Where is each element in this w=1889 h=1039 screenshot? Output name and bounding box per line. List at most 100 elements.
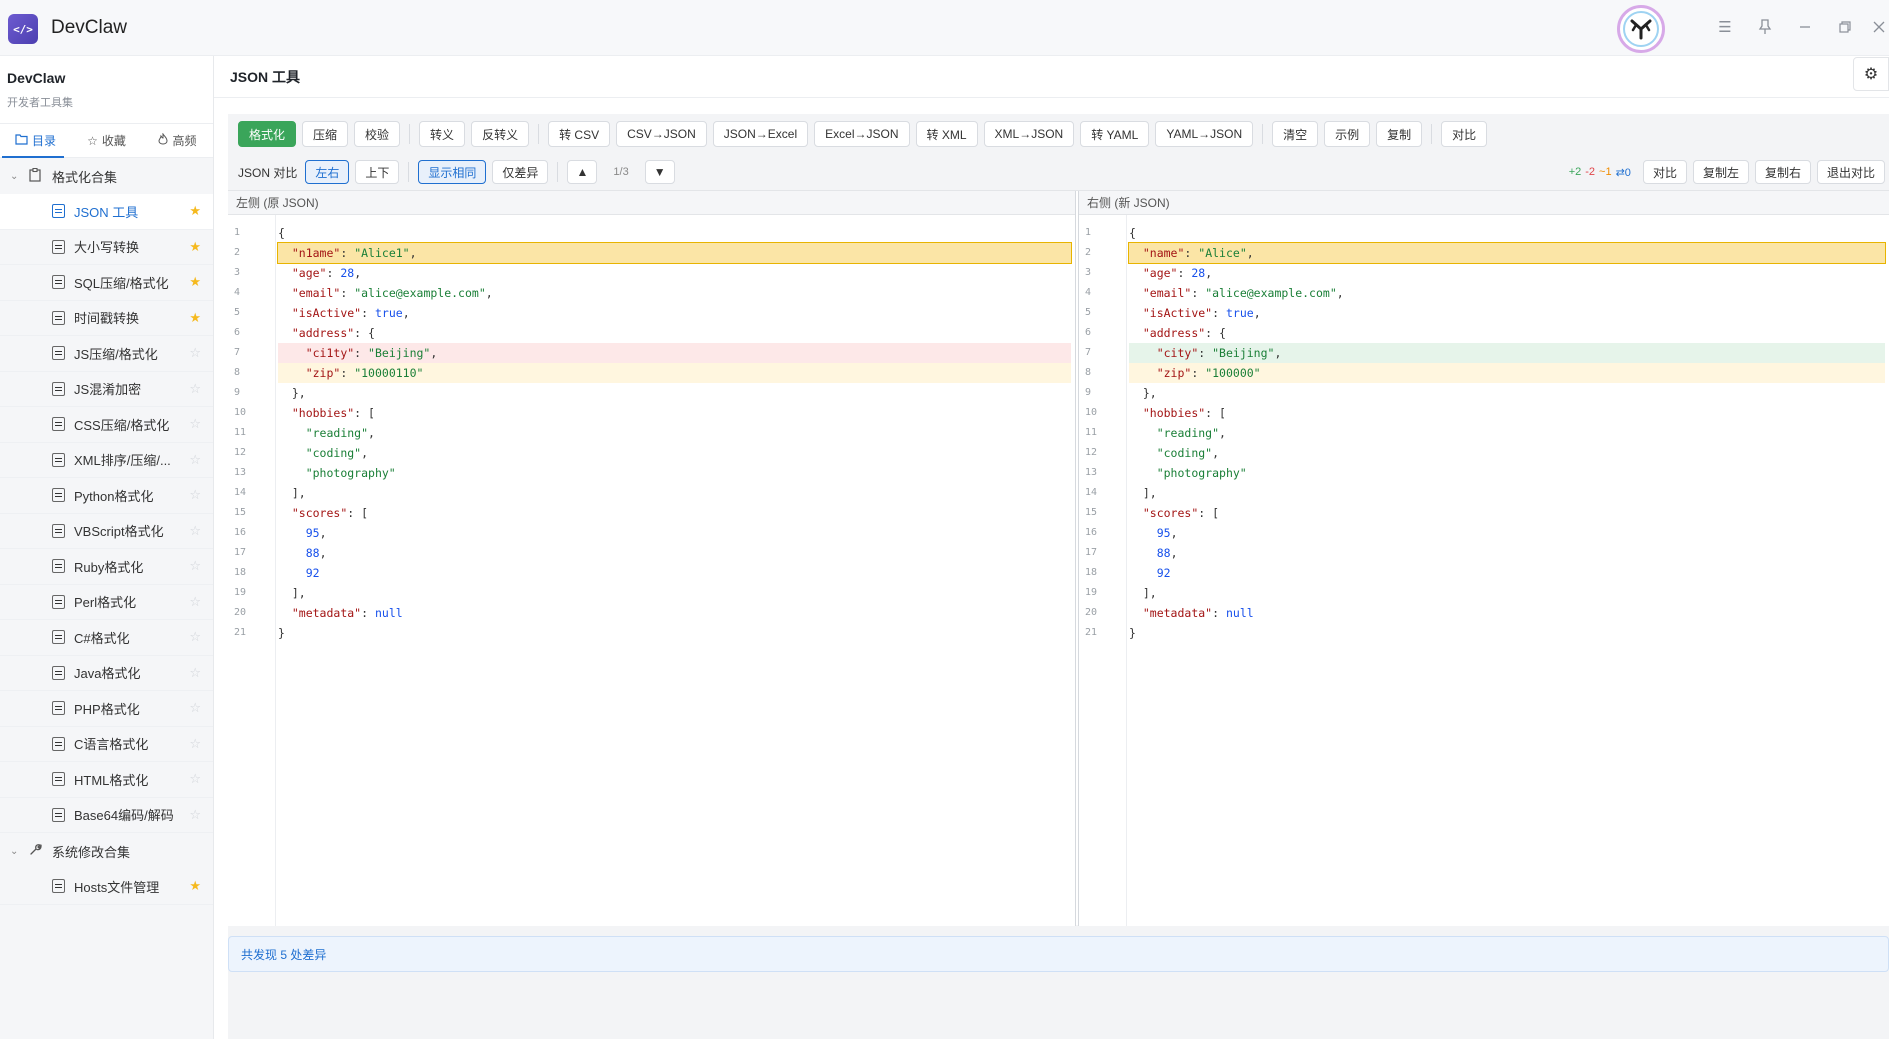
toolbar-button[interactable]: 转 XML [915, 121, 978, 147]
favorite-star-icon[interactable]: ☆ [189, 807, 201, 823]
layout-left-right-button[interactable]: 左右 [305, 160, 350, 184]
favorite-star-icon[interactable]: ☆ [189, 736, 201, 752]
only-diff-button[interactable]: 仅差异 [492, 160, 549, 184]
right-code-editor[interactable]: 1{2 "name": "Alice", 3 "age": 28, 4 "email… [1085, 223, 1886, 663]
left-pane-header: 左侧 (原 JSON) [228, 191, 1075, 215]
prev-diff-button[interactable]: ▲ [567, 160, 598, 184]
sidebar-item[interactable]: HTML格式化 ☆ [0, 762, 213, 798]
favorite-star-icon[interactable]: ☆ [189, 771, 201, 787]
sidebar-item[interactable]: JS压缩/格式化 ☆ [0, 336, 213, 372]
tab-catalog[interactable]: 目录 [0, 124, 71, 157]
sidebar-item[interactable]: SQL压缩/格式化 ★ [0, 265, 213, 301]
toolbar-button[interactable]: 复制 [1376, 121, 1423, 147]
page-header: JSON 工具 [214, 56, 1889, 98]
tab-frequent[interactable]: 高频 [142, 124, 213, 157]
favorite-star-icon[interactable]: ☆ [189, 665, 201, 681]
toolbar-button[interactable]: JSON→Excel [712, 121, 809, 147]
favorite-star-icon[interactable]: ☆ [189, 629, 201, 645]
toolbar-button[interactable]: CSV→JSON [616, 121, 707, 147]
favorite-star-icon[interactable]: ☆ [189, 487, 201, 503]
sidebar-item[interactable]: PHP格式化 ☆ [0, 691, 213, 727]
sidebar-item[interactable]: XML排序/压缩/... ☆ [0, 442, 213, 478]
copy-right-button[interactable]: 复制右 [1754, 160, 1811, 184]
favorite-star-icon[interactable]: ☆ [189, 345, 201, 361]
favorite-star-icon[interactable]: ☆ [189, 381, 201, 397]
code-line: 10 "hobbies": [ [234, 403, 1071, 423]
diff-stats: +2 -2 ~1 ⇄0 [1569, 166, 1631, 179]
favorite-star-icon[interactable]: ☆ [189, 558, 201, 574]
settings-gear-button[interactable]: ⚙ [1853, 57, 1889, 91]
toolbar-button[interactable]: 转义 [419, 121, 466, 147]
avatar[interactable] [1617, 5, 1665, 53]
toolbar-button[interactable]: 对比 [1441, 121, 1488, 147]
sidebar-item[interactable]: Ruby格式化 ☆ [0, 549, 213, 585]
layout-top-bottom-button[interactable]: 上下 [355, 160, 400, 184]
compare-button[interactable]: 对比 [1642, 160, 1687, 184]
devclaw-window: </> DevClaw ☰ DevClaw 开发者工具集 目录 ☆ 收藏 高频 … [0, 0, 1889, 1039]
show-same-button[interactable]: 显示相同 [418, 160, 487, 184]
document-icon [52, 417, 65, 432]
favorite-star-icon[interactable]: ☆ [189, 594, 201, 610]
toolbar-button[interactable]: 转 CSV [548, 121, 611, 147]
toolbar-button[interactable]: YAML→JSON [1155, 121, 1254, 147]
sidebar-item[interactable]: Hosts文件管理 ★ [0, 869, 213, 905]
toolbar-button[interactable]: 转 YAML [1080, 121, 1150, 147]
toolbar-button[interactable]: 反转义 [471, 121, 530, 147]
line-number: 11 [1085, 427, 1098, 438]
toolbar-button[interactable]: 格式化 [238, 121, 297, 147]
minimize-icon[interactable] [1794, 16, 1816, 38]
code-line: 19 ], [1085, 583, 1885, 603]
sidebar-item[interactable]: C语言格式化 ☆ [0, 726, 213, 762]
app-logo-icon: </> [8, 14, 38, 44]
tab-favorites[interactable]: ☆ 收藏 [71, 124, 142, 157]
exit-compare-button[interactable]: 退出对比 [1816, 160, 1885, 184]
pin-icon[interactable] [1754, 16, 1776, 38]
toolbar-button[interactable]: 校验 [354, 121, 401, 147]
sidebar-item[interactable]: VBScript格式化 ☆ [0, 513, 213, 549]
restore-icon[interactable] [1834, 16, 1856, 38]
moved-count: ⇄0 [1615, 166, 1631, 179]
favorite-star-icon[interactable]: ★ [189, 310, 201, 326]
close-icon[interactable] [1869, 16, 1889, 38]
favorite-star-icon[interactable]: ☆ [189, 700, 201, 716]
line-number: 5 [1085, 307, 1092, 318]
sidebar-header: DevClaw 开发者工具集 [0, 56, 213, 124]
favorite-star-icon[interactable]: ☆ [189, 416, 201, 432]
toolbar-button[interactable]: 压缩 [302, 121, 349, 147]
tab-catalog-label: 目录 [31, 134, 56, 148]
sidebar-item[interactable]: JS混淆加密 ☆ [0, 371, 213, 407]
group-system-collection[interactable]: ⌄ 系统修改合集 [0, 833, 213, 869]
sidebar-item[interactable]: Perl格式化 ☆ [0, 584, 213, 620]
toolbar-button[interactable]: 示例 [1324, 121, 1371, 147]
left-code-editor[interactable]: 1{2 "n1ame": "Alice1", 3 "age": 28, 4 "ema… [234, 223, 1072, 663]
copy-left-button[interactable]: 复制左 [1692, 160, 1749, 184]
favorite-star-icon[interactable]: ★ [189, 239, 201, 255]
sidebar-item[interactable]: Java格式化 ☆ [0, 655, 213, 691]
favorite-star-icon[interactable]: ☆ [189, 452, 201, 468]
favorite-star-icon[interactable]: ★ [189, 203, 201, 219]
sidebar-item[interactable]: CSS压缩/格式化 ☆ [0, 407, 213, 443]
toolbar-button[interactable]: 清空 [1272, 121, 1319, 147]
favorite-star-icon[interactable]: ★ [189, 274, 201, 290]
favorite-star-icon[interactable]: ☆ [189, 523, 201, 539]
toolbar-button[interactable]: Excel→JSON [814, 121, 910, 147]
favorite-star-icon[interactable]: ★ [189, 878, 201, 894]
sidebar-item[interactable]: C#格式化 ☆ [0, 620, 213, 656]
toolbar-button[interactable]: XML→JSON [983, 121, 1075, 147]
line-number: 2 [234, 247, 241, 258]
sidebar-item[interactable]: 时间戳转换 ★ [0, 300, 213, 336]
code-line: 8 "zip": "100000" [1085, 363, 1885, 383]
sidebar-item[interactable]: Base64编码/解码 ☆ [0, 797, 213, 833]
sidebar-item[interactable]: 大小写转换 ★ [0, 229, 213, 265]
sidebar-item[interactable]: JSON 工具 ★ [0, 194, 213, 230]
next-diff-button[interactable]: ▼ [644, 160, 675, 184]
right-pane[interactable]: 右侧 (新 JSON) 1{2 "name": "Alice", 3 "age":… [1078, 191, 1889, 926]
left-pane[interactable]: 左侧 (原 JSON) 1{2 "n1ame": "Alice1", 3 "age… [228, 191, 1076, 926]
line-number: 16 [1085, 527, 1098, 538]
menu-icon[interactable]: ☰ [1714, 16, 1736, 38]
group-format-collection[interactable]: ⌄ 格式化合集 [0, 158, 213, 194]
sidebar-item[interactable]: Python格式化 ☆ [0, 478, 213, 514]
sidebar-item-label: XML排序/压缩/... [74, 453, 171, 469]
line-number: 4 [234, 287, 241, 298]
